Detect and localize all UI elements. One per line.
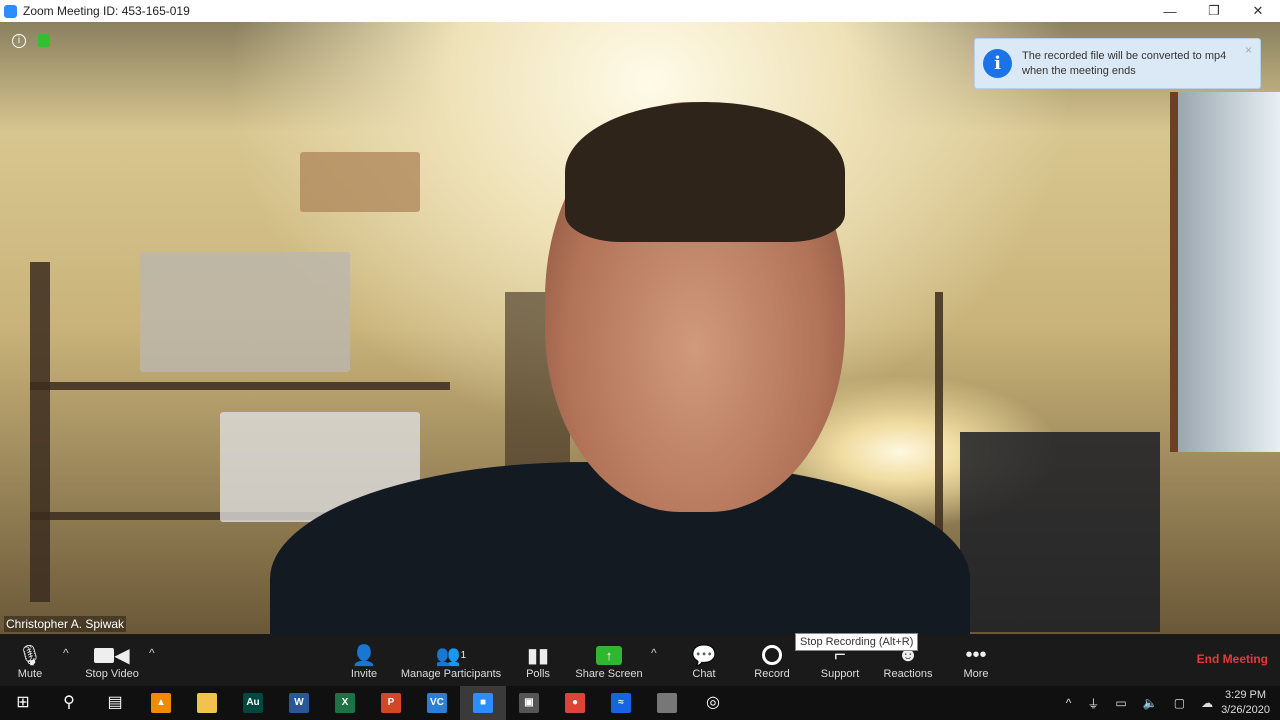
network-icon[interactable]: ▢ <box>1174 696 1185 710</box>
window <box>1170 92 1280 452</box>
mouse-icon <box>657 693 677 713</box>
video-options-chevron-icon[interactable]: ^ <box>149 646 155 660</box>
start-icon: ⊞ <box>16 694 30 711</box>
bar-chart-icon: ▮▮ <box>526 644 549 667</box>
participant-count: 1 <box>460 649 467 661</box>
video-feed: i Christopher A. Spiwak <box>0 22 1280 634</box>
show-hidden-icons-chevron-icon[interactable]: ^ <box>1066 696 1072 710</box>
shelf <box>30 262 50 602</box>
close-icon[interactable]: × <box>1245 43 1252 57</box>
taskbar-audition[interactable]: Au <box>230 686 276 720</box>
taskbar-file-explorer[interactable] <box>184 686 230 720</box>
participants-icon: 👥 1 <box>435 644 467 667</box>
info-icon[interactable]: i <box>12 34 26 48</box>
close-button[interactable]: ✕ <box>1236 0 1280 22</box>
lock-icon[interactable] <box>38 34 50 47</box>
task-view-icon: ▤ <box>107 694 123 711</box>
microphone-icon: 🎙 <box>17 644 43 667</box>
time: 3:29 PM <box>1225 689 1267 701</box>
taskbar-excel[interactable]: X <box>322 686 368 720</box>
taskbar-start[interactable]: ⊞ <box>0 686 46 720</box>
volume-icon[interactable]: 🔈 <box>1143 696 1158 710</box>
person-hair <box>565 102 845 242</box>
share-options-chevron-icon[interactable]: ^ <box>651 646 657 660</box>
taskbar-task-view[interactable]: ▤ <box>92 686 138 720</box>
notification-message: The recorded file will be converted to m… <box>1022 49 1227 77</box>
date: 3/26/2020 <box>1221 704 1270 716</box>
taskbar-visual-studio-code[interactable]: VC <box>414 686 460 720</box>
end-meeting-button[interactable]: End Meeting <box>1197 652 1268 666</box>
taskbar-vlc[interactable]: ▲ <box>138 686 184 720</box>
shelf <box>30 382 450 390</box>
projector-icon: ▣ <box>519 693 539 713</box>
video-camera-icon: ◀ <box>94 642 130 668</box>
box <box>300 152 420 212</box>
window-title: Zoom Meeting ID: 453-165-019 <box>23 4 190 18</box>
usb-icon[interactable]: ⏚ <box>1087 695 1099 712</box>
manage-participants-button[interactable]: 👥 1 Manage Participants <box>398 634 504 686</box>
invite-button[interactable]: 👤 Invite <box>344 634 384 686</box>
more-button[interactable]: ••• More <box>956 634 996 686</box>
taskbar-powerpoint[interactable]: P <box>368 686 414 720</box>
zoom-logo-icon <box>4 4 17 18</box>
info-icon: i <box>983 49 1012 78</box>
cloud-icon[interactable]: ☁ <box>1201 696 1213 710</box>
vlc-icon: ▲ <box>151 693 171 713</box>
app-waves-icon: ≈ <box>611 693 631 713</box>
system-tray: ^ ⏚ ▭ 🔈 ▢ ☁ 3:29 PM 3/26/2020 <box>1058 686 1280 720</box>
clock[interactable]: 3:29 PM 3/26/2020 <box>1221 688 1270 718</box>
taskbar-mouse[interactable] <box>644 686 690 720</box>
more-icon: ••• <box>965 643 987 666</box>
taskbar-obs[interactable]: ◎ <box>690 686 736 720</box>
audition-icon: Au <box>243 693 263 713</box>
file-explorer-icon <box>197 693 217 713</box>
record-button[interactable]: Record <box>752 634 792 686</box>
title-bar: Zoom Meeting ID: 453-165-019 — ❐ ✕ <box>0 0 1280 22</box>
share-screen-button[interactable]: ↑ Share Screen <box>574 634 644 686</box>
taskbar-zoom[interactable]: ■ <box>460 686 506 720</box>
chrome-icon: ● <box>565 693 585 713</box>
stop-recording-tooltip: Stop Recording (Alt+R) <box>795 633 919 651</box>
taskbar-app-waves[interactable]: ≈ <box>598 686 644 720</box>
battery-icon[interactable]: ▭ <box>1115 696 1126 710</box>
excel-icon: X <box>335 693 355 713</box>
taskbar-search[interactable]: ⚲ <box>46 686 92 720</box>
storage-bin <box>140 252 350 372</box>
obs-icon: ◎ <box>706 694 720 711</box>
mute-button[interactable]: 🎙 Mute <box>10 634 50 686</box>
audio-options-chevron-icon[interactable]: ^ <box>63 646 69 660</box>
share-arrow-icon: ↑ <box>596 645 622 665</box>
visual-studio-code-icon: VC <box>427 693 447 713</box>
taskbar-chrome[interactable]: ● <box>552 686 598 720</box>
taskbar-word[interactable]: W <box>276 686 322 720</box>
chat-bubble-icon: 💬 <box>691 644 717 667</box>
meeting-toolbar: 🎙 Mute ^ ◀ Stop Video ^ 👤 Invite 👥 1 Manage P… <box>0 634 1280 686</box>
minimize-button[interactable]: — <box>1148 0 1192 22</box>
search-icon: ⚲ <box>63 694 75 711</box>
word-icon: W <box>289 693 309 713</box>
stop-video-button[interactable]: ◀ Stop Video <box>80 634 144 686</box>
record-icon <box>762 645 782 665</box>
zoom-icon: ■ <box>473 693 493 713</box>
add-user-icon: 👤 <box>351 644 377 667</box>
taskbar-projector[interactable]: ▣ <box>506 686 552 720</box>
powerpoint-icon: P <box>381 693 401 713</box>
restore-button[interactable]: ❐ <box>1192 0 1236 22</box>
polls-button[interactable]: ▮▮ Polls <box>518 634 558 686</box>
chat-button[interactable]: 💬 Chat <box>684 634 724 686</box>
participant-name: Christopher A. Spiwak <box>4 616 127 632</box>
speaker <box>960 432 1160 632</box>
recording-notification: i The recorded file will be converted to… <box>974 38 1261 89</box>
